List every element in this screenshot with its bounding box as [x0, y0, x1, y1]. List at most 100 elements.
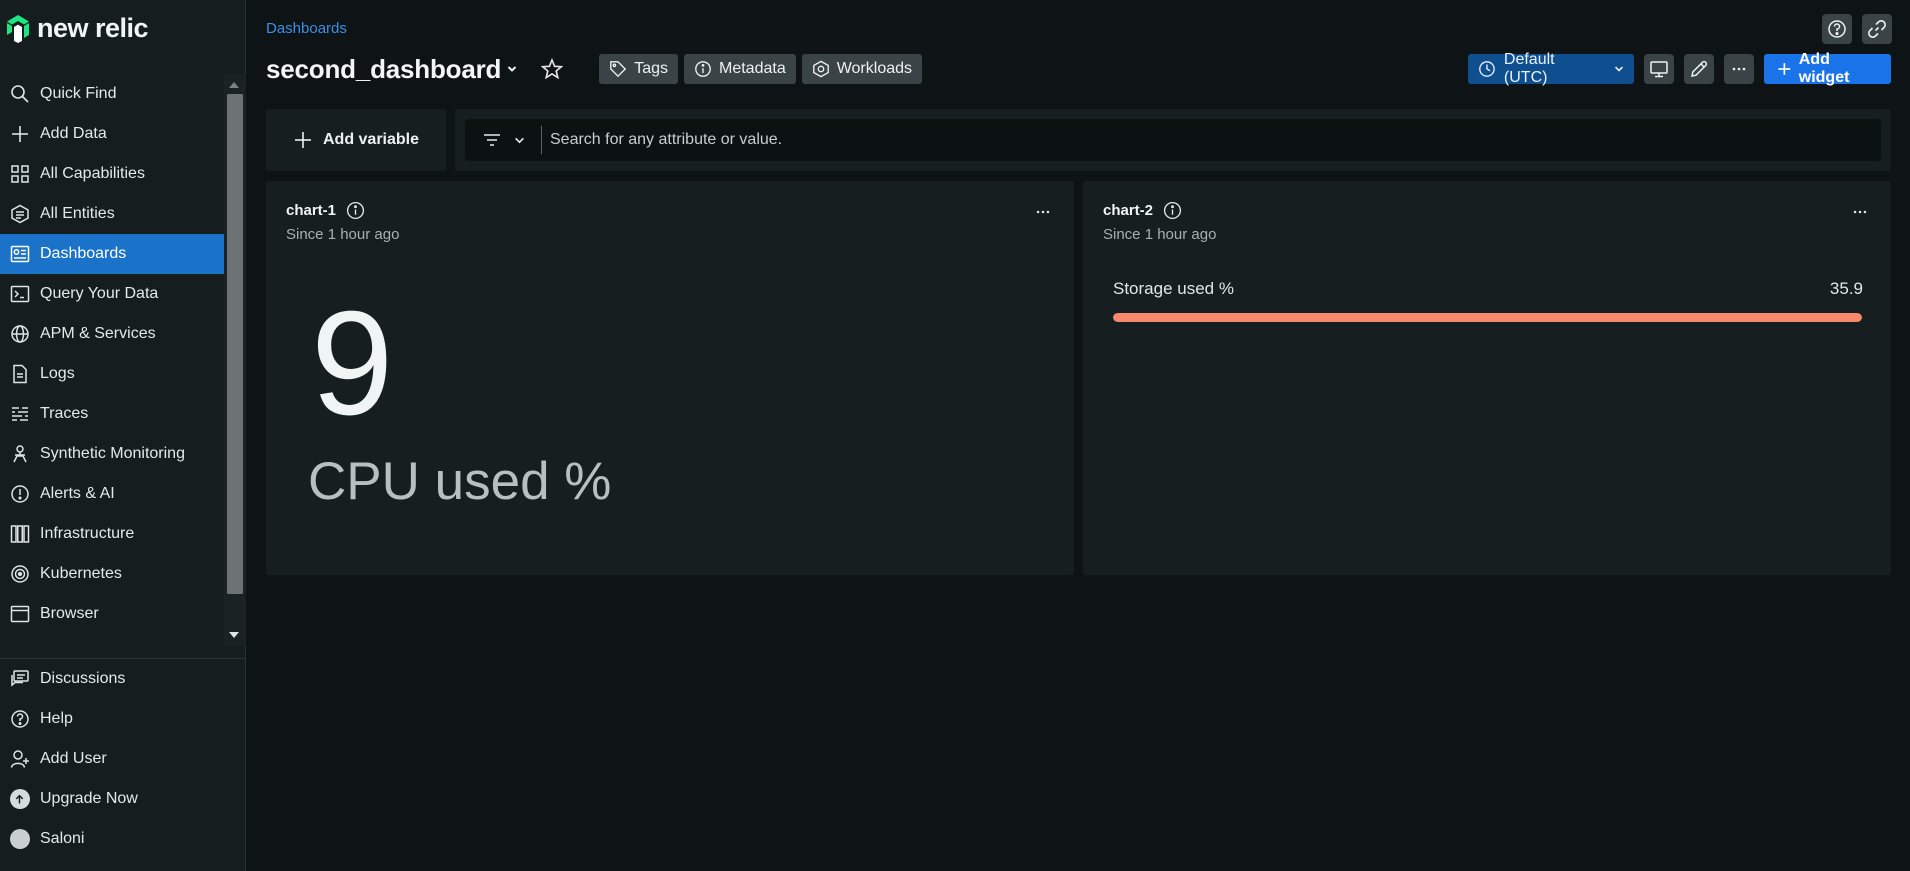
sidebar-scrollbar[interactable] [224, 74, 246, 646]
help-icon [1828, 20, 1846, 38]
widget-title-row: chart-1 [286, 201, 365, 220]
monitor-icon [1650, 61, 1668, 78]
bar-metric-value: 35.9 [1829, 279, 1863, 298]
sidebar-item-add-data[interactable]: Add Data [0, 114, 224, 154]
scrollbar-thumb[interactable] [227, 94, 243, 594]
sidebar-item-help[interactable]: Help [0, 699, 246, 739]
chevron-down-icon[interactable] [507, 64, 517, 74]
scroll-up-arrow-icon[interactable] [229, 82, 239, 88]
sidebar-item-alerts-ai[interactable]: Alerts & AI [0, 474, 224, 514]
sidebar-item-kubernetes[interactable]: Kubernetes [0, 554, 224, 594]
sidebar-item-synthetic-monitoring[interactable]: Synthetic Monitoring [0, 434, 224, 474]
sidebar-item-label: Infrastructure [40, 525, 135, 542]
metadata-button[interactable]: Metadata [684, 54, 796, 84]
entities-icon [9, 204, 30, 225]
sidebar-item-label: Browser [40, 605, 99, 622]
robot-icon [9, 444, 30, 465]
info-icon[interactable] [346, 201, 365, 220]
bar-track [1113, 313, 1862, 322]
add-widget-button[interactable]: Add widget [1764, 51, 1891, 86]
infrastructure-icon [9, 524, 30, 545]
help-button[interactable] [1822, 14, 1852, 44]
pencil-icon [1691, 60, 1708, 77]
search-icon [9, 84, 30, 105]
copy-link-button[interactable] [1862, 14, 1892, 44]
sidebar-item-label: Help [40, 710, 73, 727]
dashboard-icon [9, 244, 30, 265]
filter-search-input[interactable] [542, 119, 1881, 161]
widget-menu-button[interactable] [1851, 203, 1869, 221]
alert-icon [9, 484, 30, 505]
dashboard-toolbar: Default (UTC) Add widget [1468, 51, 1891, 86]
tags-button[interactable]: Tags [599, 54, 678, 84]
billboard-label: CPU used % [308, 452, 612, 511]
sidebar-item-browser[interactable]: Browser [0, 594, 224, 634]
widget-chart-1: chart-1 Since 1 hour ago 9 CPU used % [266, 181, 1074, 575]
add-user-icon [9, 749, 30, 770]
edit-button[interactable] [1684, 54, 1714, 84]
sidebar-item-label: All Entities [40, 205, 115, 222]
sidebar-item-label: Upgrade Now [40, 790, 138, 807]
workloads-button[interactable]: Workloads [801, 54, 923, 84]
info-icon [695, 61, 711, 77]
tv-mode-button[interactable] [1644, 54, 1674, 84]
browser-icon [9, 604, 30, 625]
top-right-actions [1822, 14, 1892, 44]
chevron-down-icon [1614, 66, 1624, 72]
scroll-down-arrow-icon[interactable] [229, 632, 239, 638]
workloads-label: Workloads [836, 60, 913, 77]
workloads-icon [812, 60, 829, 78]
widget-title[interactable]: chart-2 [1103, 202, 1153, 219]
sidebar-item-all-capabilities[interactable]: All Capabilities [0, 154, 224, 194]
sidebar-item-upgrade-now[interactable]: Upgrade Now [0, 779, 246, 819]
new-relic-logo[interactable]: new relic [5, 12, 149, 44]
sidebar-nav: Quick Find Add Data All Capabilities All… [0, 74, 246, 646]
sidebar-item-dashboards[interactable]: Dashboards [0, 234, 224, 274]
time-picker-button[interactable]: Default (UTC) [1468, 51, 1634, 86]
breadcrumb[interactable]: Dashboards [266, 20, 347, 37]
filter-inner [465, 119, 1881, 161]
metadata-label: Metadata [719, 60, 786, 77]
sidebar-item-query-your-data[interactable]: Query Your Data [0, 274, 224, 314]
help-icon [9, 709, 30, 730]
sidebar-item-apm-services[interactable]: APM & Services [0, 314, 224, 354]
sidebar-item-add-user[interactable]: Add User [0, 739, 246, 779]
more-horizontal-icon [1036, 210, 1050, 214]
filter-bar [455, 109, 1891, 171]
link-icon [1868, 20, 1886, 38]
sidebar-item-label: Saloni [40, 830, 85, 847]
page-title[interactable]: second_dashboard [266, 54, 501, 85]
chevron-down-icon [514, 137, 524, 143]
sidebar-item-label: Add Data [40, 125, 107, 142]
widget-title-row: chart-2 [1103, 201, 1182, 220]
widget-menu-button[interactable] [1034, 203, 1052, 221]
more-horizontal-icon [1732, 67, 1746, 71]
sidebar-item-user-profile[interactable]: Saloni [0, 819, 246, 859]
filter-dropdown[interactable] [465, 126, 542, 154]
widget-title[interactable]: chart-1 [286, 202, 336, 219]
sidebar-item-label: Kubernetes [40, 565, 122, 582]
add-variable-button[interactable]: Add variable [266, 109, 446, 171]
add-widget-label: Add widget [1798, 51, 1850, 86]
sidebar-item-traces[interactable]: Traces [0, 394, 224, 434]
more-actions-button[interactable] [1724, 54, 1754, 84]
filter-icon [483, 134, 500, 146]
globe-icon [9, 324, 30, 345]
discussions-icon [9, 669, 30, 690]
info-icon[interactable] [1163, 201, 1182, 220]
sidebar-item-label: Alerts & AI [40, 485, 115, 502]
sidebar-item-infrastructure[interactable]: Infrastructure [0, 514, 224, 554]
dashboard-pills: Tags Metadata Workloads [599, 54, 923, 84]
sidebar-item-label: Quick Find [40, 85, 117, 102]
sidebar-item-logs[interactable]: Logs [0, 354, 224, 394]
time-picker-label: Default (UTC) [1503, 51, 1555, 86]
sidebar-item-quick-find[interactable]: Quick Find [0, 74, 224, 114]
tags-label: Tags [634, 60, 668, 77]
title-row: second_dashboard Tags Metadata Workloads [266, 52, 923, 86]
sidebar-item-all-entities[interactable]: All Entities [0, 194, 224, 234]
sidebar-item-discussions[interactable]: Discussions [0, 659, 246, 699]
widget-chart-2: chart-2 Since 1 hour ago Storage used % … [1083, 181, 1891, 575]
grid-icon [9, 164, 30, 185]
star-icon[interactable] [541, 58, 564, 80]
sidebar-item-label: Add User [40, 750, 107, 767]
